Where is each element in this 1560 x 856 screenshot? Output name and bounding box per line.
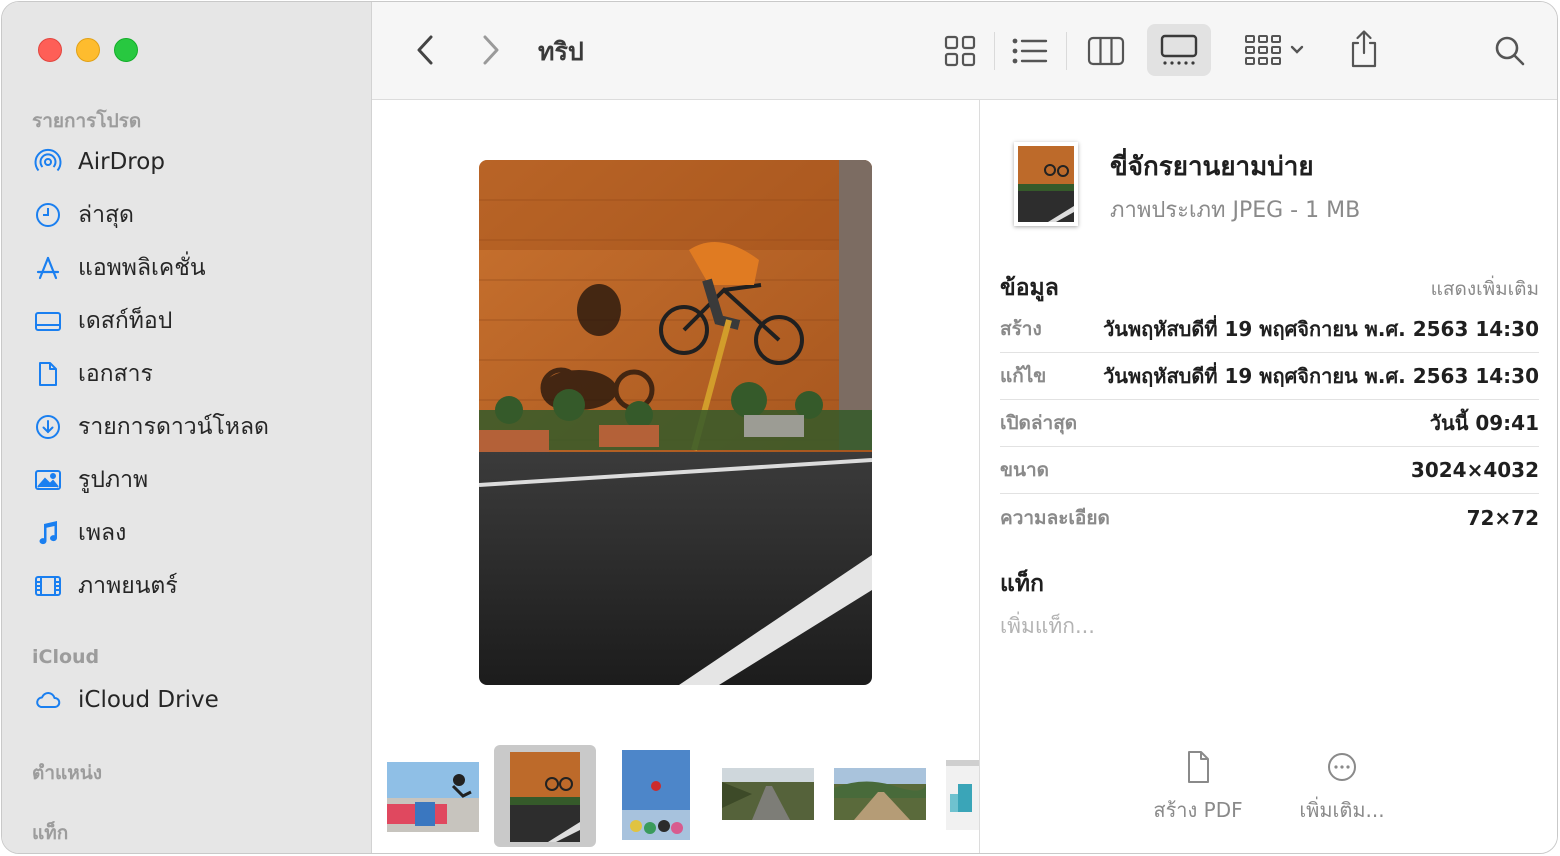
add-tags-field[interactable]: เพิ่มแท็ก... — [1000, 610, 1095, 643]
share-button[interactable] — [1344, 26, 1384, 72]
sidebar-item-documents[interactable]: เอกสาร — [32, 354, 153, 394]
file-thumbnail — [1014, 142, 1078, 226]
action-label: สร้าง PDF — [1153, 798, 1243, 822]
folder-title: ทริป — [538, 37, 584, 66]
sidebar-section-tags: แท็ก — [32, 822, 69, 844]
window-controls — [38, 38, 138, 62]
sidebar-item-label: ล่าสุด — [78, 202, 134, 228]
info-row-modified: แก้ไข วันพฤหัสบดีที่ 19 พฤศจิกายน พ.ศ. 2… — [1000, 353, 1539, 400]
desktop-icon — [32, 305, 64, 337]
film-icon — [32, 570, 64, 602]
info-row-dimensions: ขนาด 3024×4032 — [1000, 447, 1539, 494]
sidebar-item-movies[interactable]: ภาพยนตร์ — [32, 566, 178, 606]
file-name: ขี่จักรยานยามบ่าย — [1110, 152, 1314, 182]
info-value: วันนี้ 09:41 — [1429, 411, 1539, 435]
info-value: วันพฤหัสบดีที่ 19 พฤศจิกายน พ.ศ. 2563 14… — [1103, 364, 1539, 388]
sidebar-item-icloud-drive[interactable]: iCloud Drive — [32, 680, 219, 720]
sidebar-item-label: ภาพยนตร์ — [78, 573, 178, 599]
info-value: วันพฤหัสบดีที่ 19 พฤศจิกายน พ.ศ. 2563 14… — [1103, 317, 1539, 341]
thumbnail-2[interactable] — [510, 752, 580, 842]
group-icon — [1245, 35, 1281, 65]
sidebar-section-favorites: รายการโปรด — [32, 110, 142, 132]
info-row-resolution: ความละเอียด 72×72 — [1000, 494, 1539, 541]
clock-icon — [32, 199, 64, 231]
sidebar-item-label: เดสก์ท็อป — [78, 308, 173, 334]
list-view-button[interactable] — [1008, 30, 1052, 72]
list-icon — [1012, 38, 1048, 64]
finder-window: รายการโปรด AirDrop ล่าสุด แอพพลิเคชั่น เ… — [1, 1, 1558, 854]
info-row-last-opened: เปิดล่าสุด วันนี้ 09:41 — [1000, 400, 1539, 447]
column-view-button[interactable] — [1084, 30, 1128, 72]
info-section-title: ข้อมูล — [1000, 275, 1059, 301]
info-value: 3024×4032 — [1410, 458, 1539, 482]
search-icon — [1495, 36, 1525, 66]
action-label: เพิ่มเติม... — [1299, 798, 1385, 822]
sidebar-item-music[interactable]: เพลง — [32, 513, 126, 553]
forward-button[interactable] — [474, 30, 508, 70]
close-window-button[interactable] — [38, 38, 62, 62]
back-button[interactable] — [408, 30, 442, 70]
more-icon — [1328, 753, 1356, 781]
applications-icon — [32, 252, 64, 284]
sidebar-item-label: รายการดาวน์โหลด — [78, 414, 269, 440]
sidebar: รายการโปรด AirDrop ล่าสุด แอพพลิเคชั่น เ… — [2, 2, 372, 853]
grid-icon — [944, 35, 976, 67]
cloud-icon — [32, 684, 64, 716]
show-more-link[interactable]: แสดงเพิ่มเติม — [1431, 274, 1539, 304]
zoom-window-button[interactable] — [114, 38, 138, 62]
airdrop-icon — [32, 146, 64, 178]
sidebar-item-desktop[interactable]: เดสก์ท็อป — [32, 301, 172, 341]
thumbnail-3[interactable] — [622, 750, 690, 840]
more-actions-button[interactable]: เพิ่มเติม... — [1272, 750, 1412, 826]
thumbnail-5[interactable] — [834, 768, 926, 820]
minimize-window-button[interactable] — [76, 38, 100, 62]
columns-icon — [1087, 36, 1125, 66]
sidebar-section-locations: ตำแหน่ง — [32, 762, 103, 784]
search-button[interactable] — [1490, 30, 1530, 72]
group-button[interactable] — [1238, 28, 1310, 72]
sidebar-item-downloads[interactable]: รายการดาวน์โหลด — [32, 407, 269, 447]
photo-icon — [32, 464, 64, 496]
sidebar-item-label: iCloud Drive — [78, 687, 219, 713]
thumbnail-6[interactable] — [946, 760, 979, 830]
chevron-right-icon — [483, 35, 499, 65]
info-key: เปิดล่าสุด — [1000, 412, 1078, 434]
info-key: ความละเอียด — [1000, 506, 1110, 529]
chevron-left-icon — [417, 35, 433, 65]
inspector-panel: ขี่จักรยานยามบ่าย ภาพประเภท JPEG - 1 MB … — [979, 100, 1557, 853]
info-key: แก้ไข — [1000, 365, 1047, 387]
tags-section-title: แท็ก — [1000, 571, 1044, 597]
sidebar-item-recents[interactable]: ล่าสุด — [32, 195, 134, 235]
icon-view-button[interactable] — [938, 30, 982, 72]
sidebar-item-label: AirDrop — [78, 149, 165, 175]
sidebar-item-airdrop[interactable]: AirDrop — [32, 142, 165, 182]
sidebar-item-label: เพลง — [78, 520, 127, 546]
document-icon — [32, 358, 64, 390]
music-icon — [32, 517, 64, 549]
thumbnail-4[interactable] — [722, 768, 814, 820]
info-row-created: สร้าง วันพฤหัสบดีที่ 19 พฤศจิกายน พ.ศ. 2… — [1000, 306, 1539, 353]
gallery-view-button[interactable] — [1147, 24, 1211, 76]
thumbnail-1[interactable] — [387, 762, 479, 832]
download-icon — [32, 411, 64, 443]
file-kind-size: ภาพประเภท JPEG - 1 MB — [1110, 198, 1361, 223]
sidebar-item-applications[interactable]: แอพพลิเคชั่น — [32, 248, 206, 288]
info-value: 72×72 — [1466, 505, 1539, 530]
sidebar-item-label: รูปภาพ — [78, 467, 149, 493]
gallery-icon — [1160, 34, 1198, 65]
info-key: ขนาด — [1000, 459, 1049, 481]
image-preview[interactable] — [479, 160, 872, 685]
sidebar-item-pictures[interactable]: รูปภาพ — [32, 460, 148, 500]
chevron-down-icon — [1290, 45, 1304, 54]
gallery-area — [372, 100, 979, 853]
document-icon — [1188, 751, 1209, 783]
sidebar-item-label: เอกสาร — [78, 361, 153, 387]
sidebar-item-label: แอพพลิเคชั่น — [78, 255, 206, 281]
toolbar: ทริป — [372, 2, 1557, 100]
info-key: สร้าง — [1000, 318, 1042, 340]
create-pdf-button[interactable]: สร้าง PDF — [1128, 750, 1268, 826]
sidebar-section-icloud: iCloud — [32, 646, 100, 668]
share-icon — [1351, 30, 1377, 68]
